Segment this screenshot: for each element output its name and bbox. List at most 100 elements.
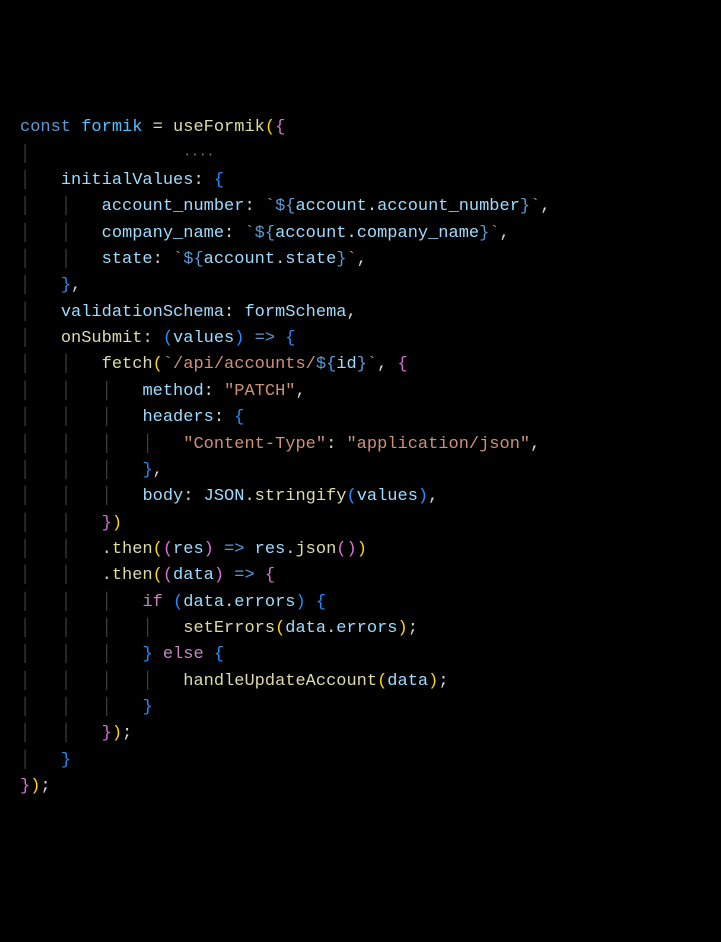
func-then: then: [112, 540, 153, 559]
brace-close: }: [102, 724, 112, 743]
code-line: │ │ │ if (data.errors) {: [20, 593, 326, 612]
indent-guide: │: [61, 540, 71, 559]
semicolon: ;: [40, 777, 50, 796]
indent-guide: │: [20, 382, 30, 401]
paren-open: (: [153, 355, 163, 374]
indent-guide: │: [61, 461, 71, 480]
indent-guide: │: [61, 514, 71, 533]
indent-guide: │: [102, 593, 112, 612]
code-line: });: [20, 777, 51, 796]
indent-guide: │: [20, 355, 30, 374]
var-account: account: [295, 197, 366, 216]
indent-guide: │: [102, 382, 112, 401]
paren-close: ): [295, 593, 305, 612]
func-stringify: stringify: [255, 487, 347, 506]
code-line: │ │ │ body: JSON.stringify(values),: [20, 487, 438, 506]
colon: :: [224, 303, 234, 322]
prop-validationSchema: validationSchema: [61, 303, 224, 322]
indent-guide: │: [20, 435, 30, 454]
colon: :: [204, 382, 214, 401]
var-data: data: [285, 619, 326, 638]
comma: ,: [346, 303, 356, 322]
code-line: │ │ });: [20, 724, 132, 743]
paren-open: (: [336, 540, 346, 559]
prop-errors: errors: [234, 593, 295, 612]
var-data: data: [387, 672, 428, 691]
indent-guide: │: [20, 487, 30, 506]
template-tick: `: [265, 197, 275, 216]
brace-open: {: [265, 566, 275, 585]
paren-close: ): [112, 514, 122, 533]
arrow: =>: [224, 540, 244, 559]
indent-guide: │: [20, 224, 30, 243]
prop-ref: account_number: [377, 197, 520, 216]
indent-guide: │: [61, 698, 71, 717]
brace-close: }: [61, 751, 71, 770]
dot: .: [102, 566, 112, 585]
code-line: │ │ │ │ setErrors(data.errors);: [20, 619, 418, 638]
indent-guide: │: [20, 514, 30, 533]
comma: ,: [71, 276, 81, 295]
code-line: │ │ fetch(`/api/accounts/${id}`, {: [20, 355, 408, 374]
indent-guide: │: [61, 593, 71, 612]
comma: ,: [530, 435, 540, 454]
paren-close: ): [112, 724, 122, 743]
indent-guide: │: [102, 461, 112, 480]
paren-close: ): [30, 777, 40, 796]
template-close: }: [357, 355, 367, 374]
indent-guide: │: [61, 566, 71, 585]
colon: :: [142, 329, 152, 348]
indent-guide: │: [102, 408, 112, 427]
param-res: res: [173, 540, 204, 559]
var-account: account: [204, 250, 275, 269]
indent-guide: │: [61, 408, 71, 427]
indent-guide: │: [102, 672, 112, 691]
indent-guide: │: [20, 566, 30, 585]
indent-guide: │: [20, 171, 30, 190]
dot: .: [275, 250, 285, 269]
indent-guide: │: [20, 751, 30, 770]
brace-open: {: [214, 171, 224, 190]
code-editor: const formik = useFormik({ │ ···· │ init…: [20, 115, 701, 800]
brace-close: }: [20, 777, 30, 796]
paren-open: (: [163, 540, 173, 559]
paren-open: (: [163, 566, 173, 585]
param-values: values: [173, 329, 234, 348]
indent-guide: │: [102, 487, 112, 506]
code-line: │ │ │ │ "Content-Type": "application/jso…: [20, 435, 540, 454]
colon: :: [224, 224, 234, 243]
code-line: │ │ }): [20, 514, 122, 533]
brace-open: {: [234, 408, 244, 427]
brace-open: {: [275, 118, 285, 137]
prop-ref: company_name: [357, 224, 479, 243]
code-line: │ │ │ headers: {: [20, 408, 244, 427]
indent-guide: │: [20, 724, 30, 743]
code-line: │ │ │ },: [20, 461, 163, 480]
paren-open: (: [275, 619, 285, 638]
indent-guide: │: [20, 197, 30, 216]
template-open: ${: [275, 197, 295, 216]
comma: ,: [357, 250, 367, 269]
dot: .: [102, 540, 112, 559]
template-close: }: [479, 224, 489, 243]
indent-guide: │: [102, 645, 112, 664]
prop-body: body: [142, 487, 183, 506]
indent-guide: │: [61, 487, 71, 506]
colon: :: [214, 408, 224, 427]
brace-close: }: [142, 461, 152, 480]
indent-guide: │: [61, 197, 71, 216]
indent-guide: │: [61, 645, 71, 664]
indent-guide: │: [61, 355, 71, 374]
indent-guide: │: [61, 382, 71, 401]
code-line: │ │ │ method: "PATCH",: [20, 382, 306, 401]
paren-open: (: [377, 672, 387, 691]
param-data: data: [173, 566, 214, 585]
indent-guide: │: [61, 724, 71, 743]
paren-close: ): [347, 540, 357, 559]
colon: :: [326, 435, 336, 454]
code-line: │ │ state: `${account.state}`,: [20, 250, 367, 269]
var-id: id: [336, 355, 356, 374]
comma: ,: [377, 355, 387, 374]
dot: .: [346, 224, 356, 243]
paren-close: ): [234, 329, 244, 348]
